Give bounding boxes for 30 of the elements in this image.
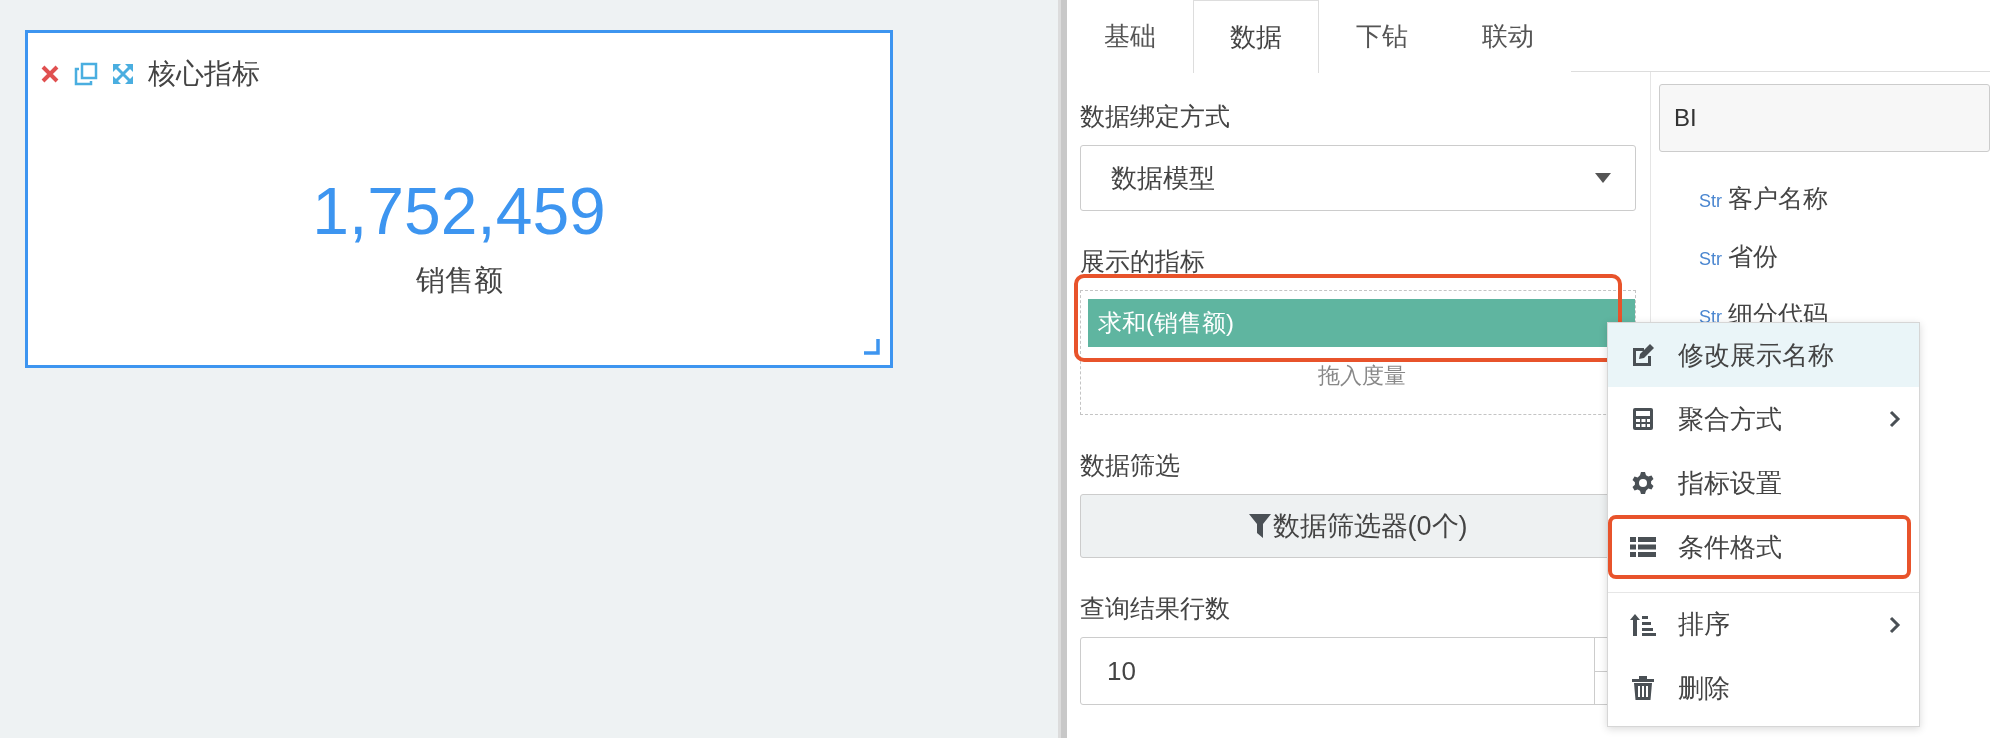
close-icon[interactable] (40, 64, 60, 84)
field-list-item[interactable]: Str 省份 (1659, 240, 1990, 298)
dropdown-caret-icon (1595, 173, 1611, 183)
field-label: 展示的指标 (1080, 246, 1206, 277)
chevron-right-icon (1889, 615, 1901, 634)
filter-icon (1248, 514, 1271, 538)
menu-item[interactable]: 修改展示名称 (1608, 323, 1919, 387)
field-label: 数据筛选 (1080, 450, 1181, 481)
copy-icon[interactable] (74, 62, 98, 86)
field-label: 查询结果行数 (1080, 593, 1231, 624)
resize-handle-icon[interactable] (862, 337, 880, 355)
expand-icon[interactable] (112, 63, 134, 85)
field-list-item[interactable]: Str 客户名称 (1659, 182, 1990, 240)
settings-icon (1631, 471, 1655, 495)
card-title: 核心指标 (148, 57, 260, 91)
metric-value: 1,752,459 (312, 173, 606, 249)
trash-icon (1632, 676, 1654, 700)
search-field[interactable]: BI (1659, 84, 1990, 152)
metric-label: 销售额 (415, 263, 503, 298)
menu-item[interactable]: 排序 (1608, 592, 1919, 656)
calculator-icon (1632, 407, 1654, 431)
edit-icon (1630, 343, 1656, 367)
list-icon (1630, 536, 1656, 558)
tab[interactable]: 数据 (1193, 0, 1319, 73)
field-label: 数据绑定方式 (1080, 101, 1231, 132)
chevron-right-icon (1889, 410, 1901, 428)
binding-dropdown[interactable]: 数据模型 (1080, 145, 1636, 211)
drop-placeholder: 拖入度量 (1316, 362, 1407, 390)
measure-drop-zone[interactable]: 求和(销售额) 拖入度量 (1080, 290, 1636, 415)
sort-icon (1630, 612, 1656, 637)
